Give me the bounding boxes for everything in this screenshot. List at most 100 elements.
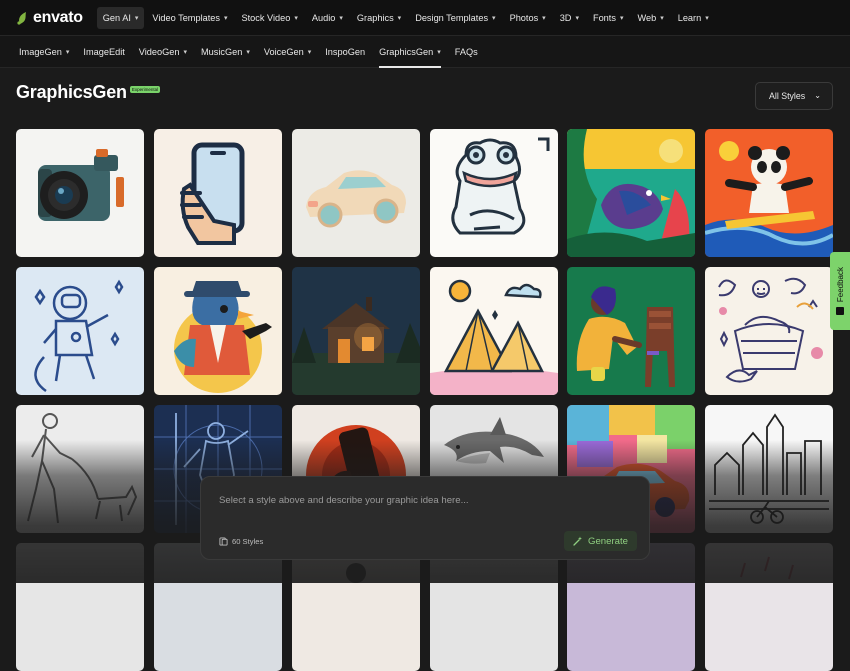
nav-audio[interactable]: Audio ▾: [306, 7, 349, 29]
chevron-down-icon: ▾: [134, 14, 139, 22]
chevron-down-icon: ▾: [307, 48, 312, 56]
man-dog-sketch-icon: [16, 405, 144, 533]
style-tile-camera[interactable]: [16, 129, 144, 257]
feedback-icon: [836, 306, 844, 315]
subnav-imagegen[interactable]: ImageGen ▾: [12, 36, 76, 68]
style-tile-row4-6[interactable]: [705, 543, 833, 671]
subnav-label: GraphicsGen: [379, 46, 434, 57]
chevron-down-icon: ▾: [294, 14, 298, 22]
style-tile-hand-phone[interactable]: [154, 129, 282, 257]
subnav-label: MusicGen: [201, 46, 243, 57]
chevron-down-icon: ▾: [542, 14, 546, 22]
subnav-faqs[interactable]: FAQs: [448, 36, 485, 68]
envato-logo[interactable]: envato: [16, 9, 83, 27]
chevron-down-icon: ▾: [223, 14, 228, 22]
paint-icon: [567, 543, 695, 671]
nav-label: Video Templates: [152, 12, 220, 23]
subnav-inspogen[interactable]: InspoGen: [318, 36, 372, 68]
rain-icon: [705, 543, 833, 671]
style-count-label: 60 Styles: [232, 537, 264, 546]
nav-photos[interactable]: Photos ▾: [504, 7, 552, 29]
nav-label: Audio: [311, 12, 336, 23]
style-tile-panda-surf[interactable]: [705, 129, 833, 257]
style-tile-row4-4[interactable]: [430, 543, 558, 671]
styles-icon: [219, 537, 228, 546]
nav-label: Stock Video: [241, 12, 291, 23]
styles-filter-select[interactable]: All Styles ⌄: [755, 82, 833, 110]
subnav-label: VideoGen: [138, 46, 180, 57]
chevron-down-icon: ▾: [575, 14, 579, 22]
page-header: GraphicsGen Experimental: [16, 82, 161, 103]
figure-icon: [292, 543, 420, 671]
car-icon: [292, 129, 420, 257]
subnav-graphicsgen[interactable]: GraphicsGen ▾: [372, 36, 448, 68]
chevron-down-icon: ▾: [705, 14, 709, 22]
generate-label: Generate: [587, 535, 628, 547]
nav-learn[interactable]: Learn ▾: [672, 7, 715, 29]
subnav-label: InspoGen: [325, 46, 366, 57]
nav-web[interactable]: Web ▾: [631, 7, 669, 29]
sub-navigation: ImageGen ▾ ImageEdit VideoGen ▾ MusicGen ▾ …: [0, 36, 850, 68]
chevron-down-icon: ▾: [619, 14, 624, 22]
pyramids-icon: [430, 267, 558, 395]
style-tile-row4-1[interactable]: [16, 543, 144, 671]
cabin-icon: [292, 267, 420, 395]
style-tile-woman-painting[interactable]: [567, 267, 695, 395]
style-tile-frog[interactable]: [430, 129, 558, 257]
chevron-down-icon: ▾: [492, 14, 496, 22]
chevron-down-icon: ▾: [246, 48, 250, 56]
styles-filter-value: All Styles: [769, 91, 806, 101]
subnav-voicegen[interactable]: VoiceGen ▾: [257, 36, 318, 68]
sketch-icon: [430, 543, 558, 671]
nav-label: Fonts: [592, 12, 616, 23]
feedback-label: Feedback: [835, 267, 845, 303]
chevron-down-icon: ▾: [397, 14, 402, 22]
astronaut-icon: [16, 267, 144, 395]
style-tile-man-dog[interactable]: [16, 405, 144, 533]
nav-video-templates[interactable]: Video Templates ▾: [146, 7, 233, 29]
feedback-tab[interactable]: Feedback: [830, 252, 850, 330]
nav-design-templates[interactable]: Design Templates ▾: [409, 7, 501, 29]
bird-detective-icon: [154, 267, 282, 395]
nav-label: Design Templates: [415, 12, 489, 23]
style-tile-cabin[interactable]: [292, 267, 420, 395]
style-tile-city[interactable]: [705, 405, 833, 533]
subnav-videogen[interactable]: VideoGen ▾: [132, 36, 194, 68]
prompt-input[interactable]: [219, 495, 639, 506]
style-tile-row4-3[interactable]: [292, 543, 420, 671]
nav-stock-video[interactable]: Stock Video ▾: [236, 7, 304, 29]
style-tile-doodles[interactable]: [705, 267, 833, 395]
chevron-down-icon: ⌄: [814, 91, 821, 100]
subnav-label: VoiceGen: [263, 46, 304, 57]
style-tile-tropical-bird[interactable]: [567, 129, 695, 257]
tropical-bird-icon: [567, 129, 695, 257]
logo-wordmark: envato: [33, 8, 83, 26]
leaf-icon: [17, 11, 26, 25]
chevron-down-icon: ▾: [660, 14, 664, 22]
style-tile-bird-detective[interactable]: [154, 267, 282, 395]
style-tile-clay-car[interactable]: [292, 129, 420, 257]
nav-fonts[interactable]: Fonts ▾: [587, 7, 630, 29]
subnav-imageedit[interactable]: ImageEdit: [76, 36, 131, 68]
experimental-badge: Experimental: [129, 86, 161, 93]
hand-phone-icon: [154, 129, 282, 257]
chevron-down-icon: ▾: [339, 14, 343, 22]
subnav-musicgen[interactable]: MusicGen ▾: [194, 36, 257, 68]
frog-icon: [430, 129, 558, 257]
subnav-label: ImageGen: [19, 46, 62, 57]
sparkle-wand-icon: [573, 536, 582, 546]
nav-gen-ai[interactable]: Gen AI ▾: [96, 6, 145, 29]
style-tile-row4-5[interactable]: [567, 543, 695, 671]
style-tile-pyramids[interactable]: [430, 267, 558, 395]
nav-graphics[interactable]: Graphics ▾: [351, 7, 407, 29]
style-tile-row4-2[interactable]: [154, 543, 282, 671]
sketch-icon: [154, 543, 282, 671]
nav-3d[interactable]: 3D ▾: [554, 7, 585, 29]
style-tile-astronaut[interactable]: [16, 267, 144, 395]
generate-button[interactable]: Generate: [563, 531, 637, 551]
sketch-icon: [16, 543, 144, 671]
camera-icon: [16, 129, 144, 257]
style-count[interactable]: 60 Styles: [219, 537, 263, 546]
subnav-label: FAQs: [454, 46, 478, 57]
chevron-down-icon: ▾: [65, 48, 70, 56]
